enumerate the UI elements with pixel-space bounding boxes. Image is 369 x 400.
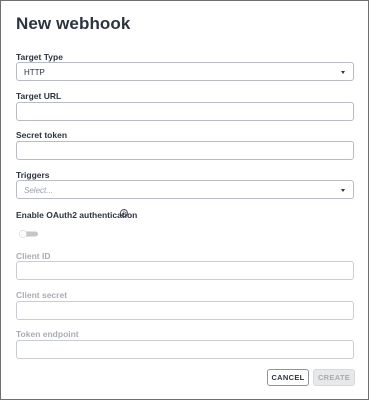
client-secret-label: Client secret xyxy=(16,290,68,300)
dialog-title: New webhook xyxy=(16,14,131,33)
cancel-button[interactable]: CANCEL xyxy=(267,369,309,386)
secret-token-label: Secret token xyxy=(16,130,68,140)
oauth-toggle[interactable] xyxy=(19,230,39,238)
info-icon[interactable] xyxy=(120,209,128,217)
target-type-value: HTTP xyxy=(24,68,45,77)
client-id-label: Client ID xyxy=(16,251,51,261)
chevron-down-icon xyxy=(341,189,345,192)
triggers-select[interactable]: Select... xyxy=(16,180,354,199)
create-button[interactable]: CREATE xyxy=(313,369,355,386)
triggers-placeholder: Select... xyxy=(24,186,53,195)
new-webhook-dialog: New webhook Target Type HTTP Target URL … xyxy=(0,0,369,400)
target-url-input[interactable] xyxy=(16,102,354,121)
chevron-down-icon xyxy=(341,71,345,74)
client-id-input[interactable] xyxy=(16,261,354,280)
triggers-label: Triggers xyxy=(16,170,50,180)
target-type-select[interactable]: HTTP xyxy=(16,62,354,81)
client-secret-input[interactable] xyxy=(16,301,354,320)
target-url-label: Target URL xyxy=(16,91,62,101)
token-endpoint-label: Token endpoint xyxy=(16,329,79,339)
token-endpoint-input[interactable] xyxy=(16,340,354,359)
secret-token-input[interactable] xyxy=(16,141,354,160)
target-type-label: Target Type xyxy=(16,52,63,62)
